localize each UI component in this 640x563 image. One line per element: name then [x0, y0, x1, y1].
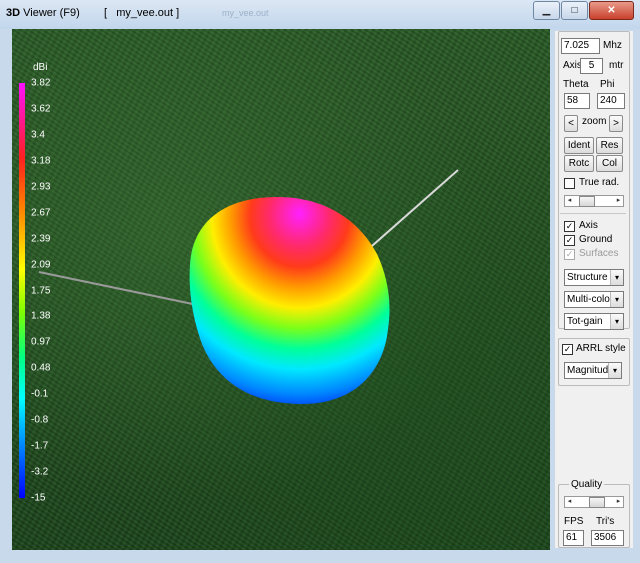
scale-tick-label: -15	[31, 492, 46, 504]
scale-tick-label: 2.39	[31, 233, 51, 245]
control-panel: 7.025 Mhz Axis 5 mtr Theta Phi 58 240 < …	[555, 31, 633, 548]
rotc-button[interactable]: Rotc	[564, 155, 594, 172]
true-rad-label: True rad.	[579, 177, 620, 188]
slider-right-arrow-icon[interactable]: ▸	[614, 196, 623, 206]
fps-label: FPS	[564, 516, 584, 527]
fps-value: 61	[563, 530, 584, 546]
frequency-input[interactable]: 7.025	[561, 38, 600, 54]
gain-lobe	[189, 197, 390, 404]
scale-tick-label: -3.2	[31, 466, 49, 478]
slider-right-arrow-icon[interactable]: ▸	[614, 497, 623, 507]
chevron-down-icon[interactable]: ▾	[608, 363, 621, 378]
ident-button[interactable]: Ident	[564, 137, 594, 154]
col-button[interactable]: Col	[596, 155, 623, 172]
frequency-unit: Mhz	[603, 40, 622, 51]
scale-tick-label: 3.18	[31, 155, 51, 167]
title-main: Viewer (F9)	[23, 7, 80, 19]
phi-label: Phi	[600, 79, 615, 90]
scale-tick-label: 3.82	[31, 77, 51, 89]
title-bar: 3D Viewer (F9) [ my_vee.out ] my_vee.out…	[0, 0, 640, 29]
chevron-down-icon[interactable]: ▾	[610, 292, 623, 307]
coloring-select[interactable]: Multi-colo ▾	[564, 291, 624, 308]
arrl-select-value: Magnitud	[567, 365, 609, 376]
close-button[interactable]: ✕	[589, 1, 634, 20]
divider	[560, 213, 626, 214]
scale-tick-label: 1.75	[31, 285, 51, 296]
window-title: 3D Viewer (F9)	[6, 7, 80, 19]
chevron-down-icon[interactable]: ▾	[610, 314, 623, 329]
window-bottom-border	[0, 550, 640, 563]
phi-input[interactable]: 240	[597, 93, 625, 109]
antenna-wire-right	[363, 169, 459, 254]
scale-tick-label: 1.38	[31, 310, 51, 322]
axis-length-input[interactable]: 5	[580, 58, 603, 74]
chevron-down-icon[interactable]: ▾	[610, 270, 623, 285]
gain-select[interactable]: Tot-gain ▾	[564, 313, 624, 330]
title-file: [ my_vee.out ]	[104, 7, 180, 19]
zoom-label: zoom	[582, 116, 607, 127]
view-select[interactable]: Structure ▾	[564, 269, 624, 286]
zoom-in-button[interactable]: >	[609, 115, 623, 132]
quality-label: Quality	[569, 479, 605, 490]
scale-tick-label: 2.67	[31, 207, 51, 219]
coloring-select-value: Multi-colo	[567, 294, 610, 305]
arrl-style-label: ARRL style	[576, 343, 626, 354]
arrl-style-checkbox[interactable]: ✓	[562, 344, 573, 355]
window-controls: ▁ □ ✕	[532, 1, 634, 20]
scale-tick-label: 2.09	[31, 259, 51, 271]
quality-slider[interactable]: ◂ ▸	[564, 496, 624, 508]
radiation-pattern-render	[38, 169, 459, 404]
theta-label: Theta	[563, 79, 589, 90]
surfaces-checkbox: ✓	[564, 249, 575, 260]
slider-thumb[interactable]	[589, 497, 605, 508]
scale-tick-label: -0.8	[31, 414, 49, 426]
title-ghost-text: my_vee.out	[222, 8, 269, 18]
axis-length-unit: mtr	[609, 60, 624, 71]
scale-tick-label: -0.1	[31, 388, 49, 400]
gain-select-value: Tot-gain	[567, 316, 603, 327]
axis-checkbox[interactable]: ✓	[564, 221, 575, 232]
maximize-button[interactable]: □	[561, 1, 588, 20]
slider-left-arrow-icon[interactable]: ◂	[565, 196, 574, 206]
view-select-value: Structure	[567, 272, 608, 283]
ground-checkbox-label: Ground	[579, 234, 613, 245]
gain-color-scale	[19, 83, 25, 498]
true-rad-checkbox[interactable]	[564, 178, 575, 189]
surfaces-checkbox-label: Surfaces	[579, 248, 619, 259]
true-rad-slider[interactable]: ◂ ▸	[564, 195, 624, 207]
minimize-button[interactable]: ▁	[533, 1, 560, 20]
arrl-magnitude-select[interactable]: Magnitud ▾	[564, 362, 622, 379]
scale-tick-label: 2.93	[31, 181, 51, 193]
title-prefix: 3D	[6, 7, 21, 19]
ground-checkbox[interactable]: ✓	[564, 235, 575, 246]
scale-tick-label: -1.7	[31, 440, 49, 452]
res-button[interactable]: Res	[596, 137, 623, 154]
zoom-out-button[interactable]: <	[564, 115, 578, 132]
scale-unit-label: dBi	[33, 62, 48, 73]
scale-tick-label: 3.4	[31, 129, 45, 141]
scale-tick-label: 3.62	[31, 103, 51, 115]
tris-label: Tri's	[596, 516, 615, 527]
scale-tick-label: 0.97	[31, 336, 51, 348]
slider-thumb[interactable]	[579, 196, 595, 207]
3d-viewport[interactable]: dBi 3.82 3.62 3.4 3.18 2.93 2.67 2.39 2.09 1.75 1…	[12, 29, 550, 550]
tris-value: 3506	[591, 530, 624, 546]
scale-tick-labels: 3.82 3.62 3.4 3.18 2.93 2.67 2.39 2.09 1.75 1.38 0…	[31, 78, 71, 504]
theta-input[interactable]: 58	[564, 93, 590, 109]
scale-tick-label: 0.48	[31, 362, 51, 374]
slider-left-arrow-icon[interactable]: ◂	[565, 497, 574, 507]
axis-checkbox-label: Axis	[579, 220, 598, 231]
